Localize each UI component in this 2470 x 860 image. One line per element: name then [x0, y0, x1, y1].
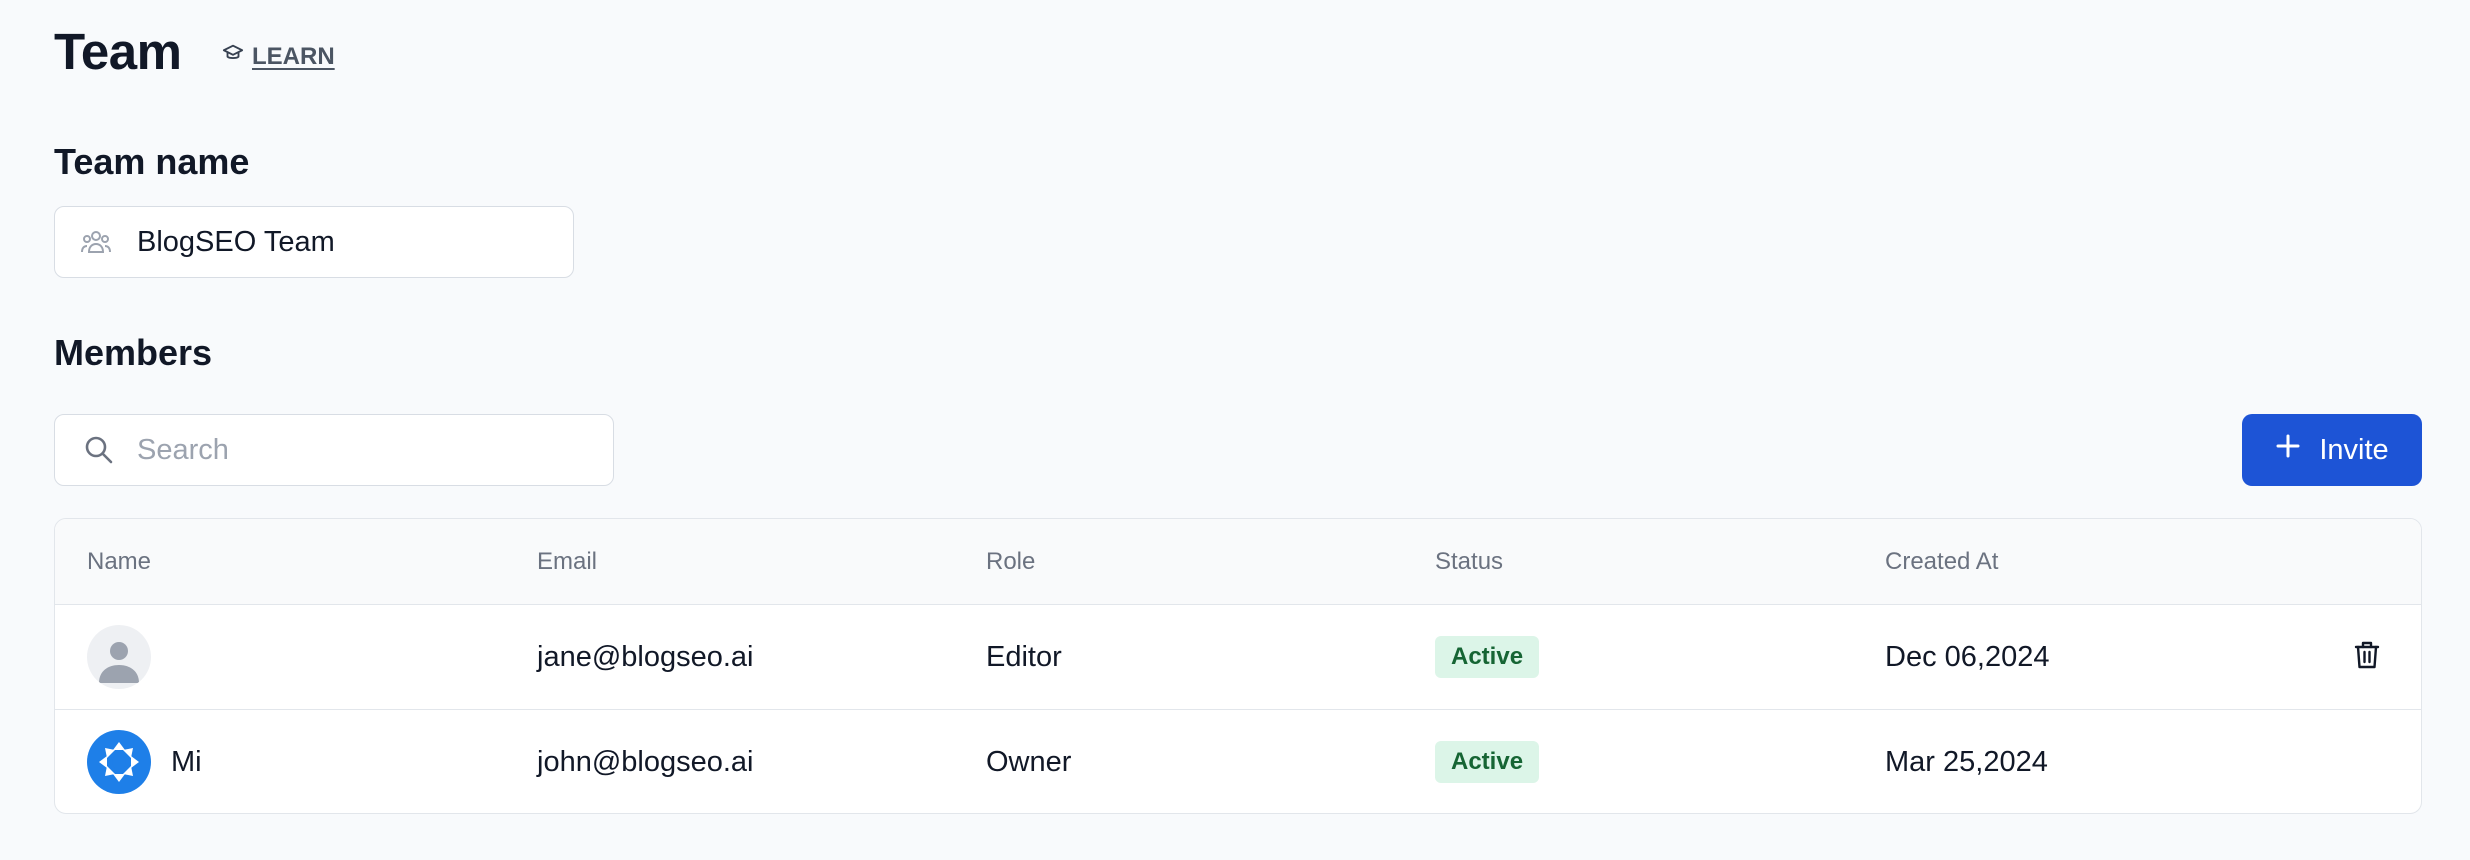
status-cell: Active: [1435, 710, 1540, 813]
role-cell: Editor: [986, 640, 1062, 673]
learn-link[interactable]: LEARN: [222, 42, 335, 71]
name-cell: [87, 605, 171, 709]
user-placeholder-icon: [87, 625, 151, 689]
column-header-created-at: Created At: [1885, 548, 1999, 575]
team-name-value: BlogSEO Team: [137, 225, 335, 258]
created-at-cell: Dec 06,2024: [1885, 640, 2050, 673]
graduation-cap-icon: [222, 42, 244, 71]
invite-label: Invite: [2319, 433, 2389, 466]
logo-avatar: [87, 730, 151, 794]
page-title: Team: [54, 23, 182, 80]
trash-icon: [2353, 640, 2381, 675]
team-name-field[interactable]: BlogSEO Team: [54, 206, 574, 278]
created-at-cell: Mar 25,2024: [1885, 745, 2048, 778]
search-input[interactable]: [137, 433, 577, 467]
learn-label: LEARN: [252, 42, 335, 70]
status-cell: Active: [1435, 605, 1540, 709]
column-header-status: Status: [1435, 548, 1504, 575]
team-page: Team LEARN Team name BlogSEO Team Member…: [0, 0, 2470, 860]
column-header-name: Name: [87, 548, 152, 575]
team-name-heading: Team name: [54, 141, 250, 182]
status-badge: Active: [1435, 636, 1540, 678]
column-header-role: Role: [986, 548, 1036, 575]
table-row: Mi john@blogseo.ai Owner Active Mar 25,2…: [55, 709, 2421, 813]
email-cell: jane@blogseo.ai: [537, 640, 754, 673]
search-icon: [81, 432, 117, 468]
column-header-email: Email: [537, 548, 598, 575]
members-table: Name Email Role Status Created At jane@b…: [54, 518, 2422, 814]
member-search[interactable]: [54, 414, 614, 486]
table-header: Name Email Role Status Created At: [55, 519, 2421, 605]
plus-icon: [2275, 433, 2301, 467]
users-icon: [79, 225, 113, 259]
member-name: Mi: [171, 745, 202, 778]
status-badge: Active: [1435, 741, 1540, 783]
delete-member-button[interactable]: [2347, 605, 2387, 709]
invite-button[interactable]: Invite: [2242, 414, 2422, 486]
table-row: jane@blogseo.ai Editor Active Dec 06,202…: [55, 605, 2421, 709]
role-cell: Owner: [986, 745, 1072, 778]
members-heading: Members: [54, 332, 213, 373]
email-cell: john@blogseo.ai: [537, 745, 754, 778]
name-cell: Mi: [87, 710, 202, 813]
